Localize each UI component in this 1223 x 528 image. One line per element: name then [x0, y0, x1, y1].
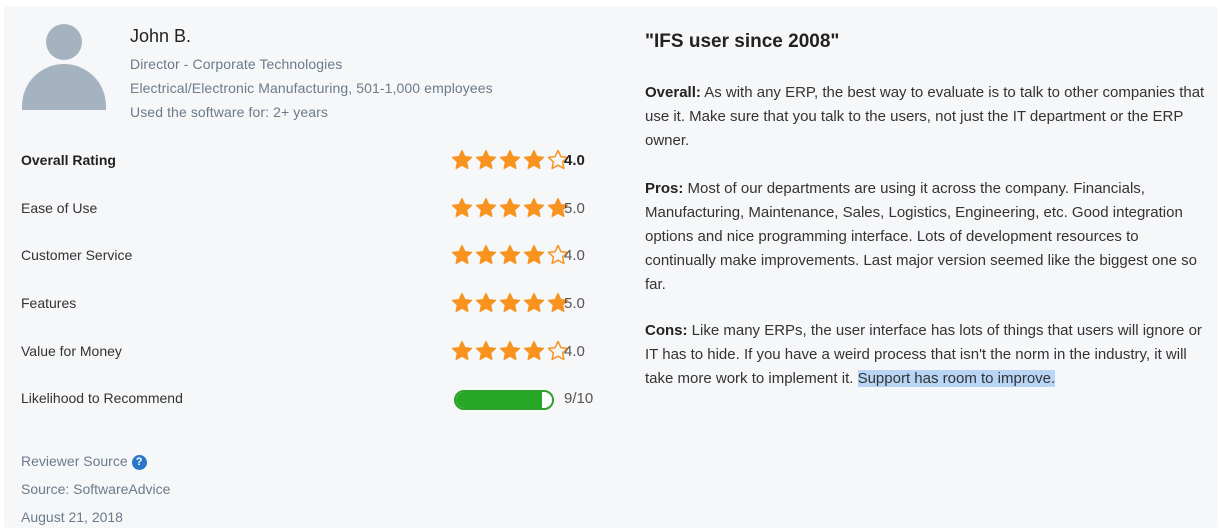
overall-label: Overall: [645, 84, 701, 101]
star-rating [451, 197, 571, 219]
rating-value: 5.0 [564, 295, 585, 312]
star-filled-icon [475, 244, 497, 265]
star-filled-icon [499, 197, 521, 218]
star-filled-icon [451, 244, 473, 265]
rating-value: 4.0 [564, 247, 585, 264]
rating-value: 5.0 [564, 200, 585, 217]
rating-label: Features [21, 295, 77, 311]
star-filled-icon [451, 149, 473, 170]
review-source: Source: SoftwareAdvice [21, 481, 171, 497]
recommend-value: 9/10 [564, 390, 594, 407]
overall-text: As with any ERP, the best way to evaluat… [645, 84, 1205, 149]
star-rating [451, 340, 571, 362]
star-rating [451, 292, 571, 314]
star-rating [451, 149, 571, 171]
star-filled-icon [475, 197, 497, 218]
reviewer-source: Reviewer Source? [21, 453, 147, 470]
review-pros: Pros: Most of our departments are using … [645, 177, 1210, 297]
review-title: "IFS user since 2008" [645, 31, 840, 52]
question-circle-icon[interactable]: ? [131, 455, 147, 470]
cons-label: Cons: [645, 322, 688, 339]
star-filled-icon [523, 292, 545, 313]
review-cons: Cons: Like many ERPs, the user interface… [645, 319, 1210, 391]
star-filled-icon [451, 340, 473, 361]
rating-row-value-for-money: Value for Money 4.0 [21, 340, 591, 364]
reviewer-name: John B. [130, 26, 192, 46]
recommend-progress-bar [454, 390, 554, 410]
star-filled-icon [451, 197, 473, 218]
avatar [22, 24, 106, 110]
rating-label: Value for Money [21, 343, 122, 359]
star-filled-icon [475, 340, 497, 361]
star-filled-icon [451, 292, 473, 313]
review-date: August 21, 2018 [21, 509, 123, 525]
rating-label: Overall Rating [21, 152, 116, 168]
rating-row-customer-service: Customer Service 4.0 [21, 244, 591, 268]
rating-row-recommend: Likelihood to Recommend 9/10 [21, 387, 594, 411]
star-filled-icon [499, 244, 521, 265]
avatar-body [22, 64, 106, 110]
reviewer-usage: Used the software for: 2+ years [130, 104, 329, 120]
rating-label: Customer Service [21, 247, 133, 263]
rating-label: Likelihood to Recommend [21, 390, 183, 406]
cons-highlighted-text[interactable]: Support has room to improve. [857, 370, 1056, 387]
star-filled-icon [523, 197, 545, 218]
reviewer-title: Director - Corporate Technologies [130, 56, 343, 72]
review-overall: Overall: As with any ERP, the best way t… [645, 81, 1210, 153]
rating-value: 4.0 [564, 343, 585, 360]
star-filled-icon [499, 149, 521, 170]
rating-row-ease-of-use: Ease of Use 5.0 [21, 197, 591, 221]
star-rating [451, 244, 571, 266]
star-filled-icon [475, 292, 497, 313]
rating-value: 4.0 [564, 152, 585, 169]
rating-label: Ease of Use [21, 200, 98, 216]
star-filled-icon [523, 340, 545, 361]
pros-text: Most of our departments are using it acr… [645, 180, 1197, 293]
star-filled-icon [499, 292, 521, 313]
pros-label: Pros: [645, 180, 684, 197]
avatar-head [46, 24, 82, 60]
reviewer-company: Electrical/Electronic Manufacturing, 501… [130, 80, 493, 96]
star-filled-icon [523, 244, 545, 265]
star-filled-icon [475, 149, 497, 170]
rating-row-features: Features 5.0 [21, 292, 591, 316]
reviewer-source-label: Reviewer Source [21, 453, 128, 469]
recommend-progress-fill [456, 392, 543, 408]
star-filled-icon [523, 149, 545, 170]
star-filled-icon [499, 340, 521, 361]
rating-row-overall: Overall Rating 4.0 [21, 149, 591, 173]
